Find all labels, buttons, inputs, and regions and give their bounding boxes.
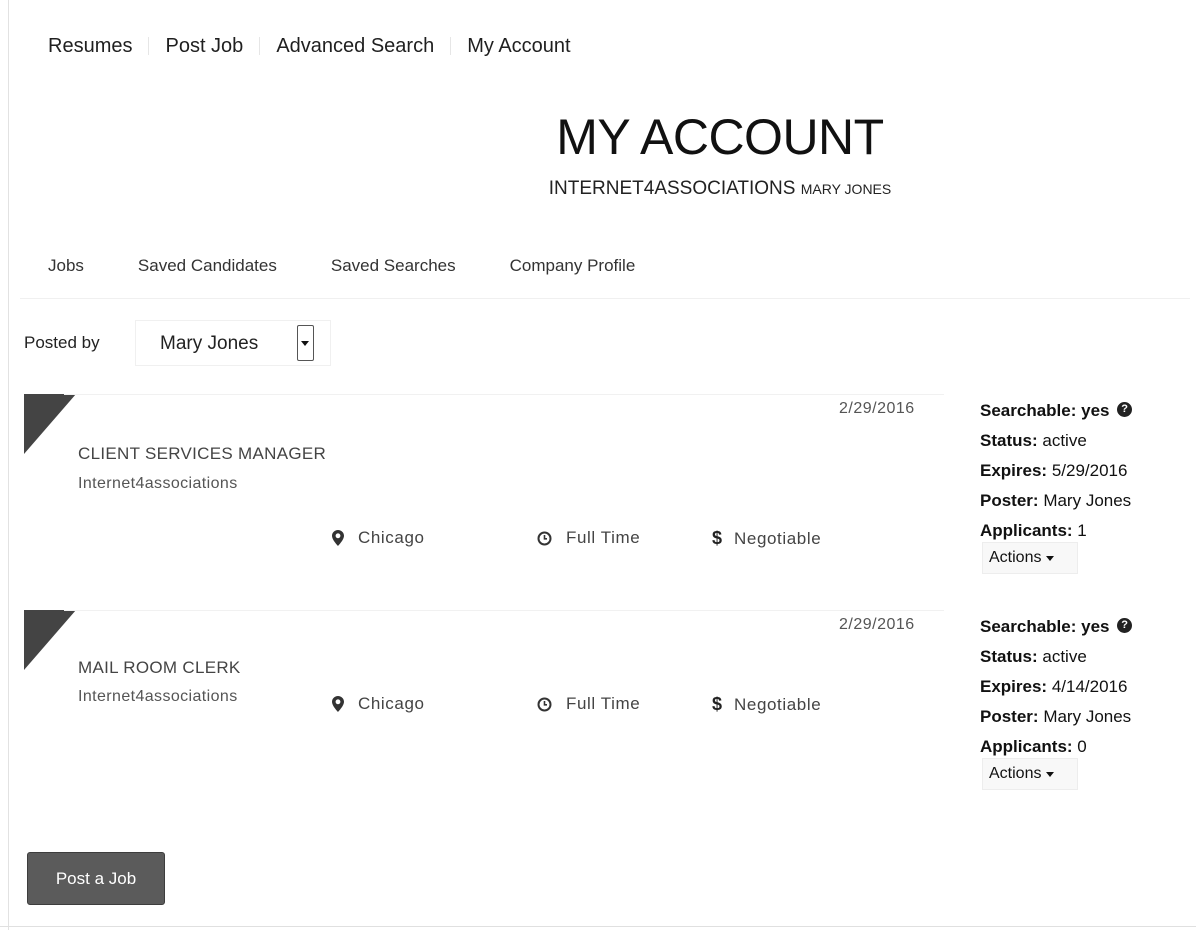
nav-separator — [450, 37, 452, 55]
applicants-value: 0 — [1077, 737, 1087, 756]
status-label: Status: — [980, 647, 1038, 666]
applicants-value: 1 — [1077, 521, 1087, 540]
tab-saved-candidates[interactable]: Saved Candidates — [138, 256, 277, 276]
searchable-label: Searchable: — [980, 617, 1077, 636]
page-left-border — [8, 0, 9, 930]
job-title-link[interactable]: CLIENT SERVICES MANAGER — [78, 444, 326, 464]
job-location-text: Chicago — [358, 528, 425, 547]
job-corner-flag — [24, 394, 76, 454]
job-details: Searchable: yes Status: active Expires: … — [980, 394, 1133, 546]
caret-down-icon — [1046, 771, 1055, 777]
job-location: Chicago — [332, 528, 425, 548]
map-marker-icon — [332, 530, 344, 546]
job-posted-date: 2/29/2016 — [839, 400, 915, 417]
job-type: Full Time — [537, 694, 640, 714]
account-tabs: Jobs Saved Candidates Saved Searches Com… — [48, 256, 635, 276]
searchable-value: yes — [1081, 617, 1110, 636]
posted-by-select[interactable]: Mary Jones — [135, 320, 331, 366]
job-location-text: Chicago — [358, 694, 425, 713]
status-value: active — [1042, 647, 1087, 666]
actions-dropdown-button[interactable]: Actions — [982, 758, 1078, 790]
posted-by-label: Posted by — [24, 333, 100, 352]
job-details: Searchable: yes Status: active Expires: … — [980, 610, 1133, 762]
status-value: active — [1042, 431, 1087, 450]
tabs-divider — [20, 298, 1190, 299]
posted-by-value: Mary Jones — [160, 333, 259, 354]
applicants-label: Applicants: — [980, 521, 1073, 540]
job-divider — [64, 394, 944, 395]
page-title: MY ACCOUNT — [556, 109, 884, 165]
actions-dropdown-button[interactable]: Actions — [982, 542, 1078, 574]
poster-value: Mary Jones — [1043, 707, 1132, 726]
page-bottom-border — [0, 926, 1196, 927]
job-salary-text: Negotiable — [734, 694, 822, 714]
company-name: INTERNET4ASSOCIATIONS — [548, 178, 796, 199]
question-circle-icon[interactable] — [1117, 610, 1133, 640]
job-company: Internet4associations — [78, 475, 238, 492]
job-salary-text: Negotiable — [734, 528, 822, 548]
job-company: Internet4associations — [78, 688, 238, 705]
job-posted-date: 2/29/2016 — [839, 616, 915, 633]
job-location: Chicago — [332, 694, 425, 714]
actions-label: Actions — [989, 549, 1042, 566]
job-corner-flag — [24, 610, 76, 670]
post-a-job-button[interactable]: Post a Job — [27, 852, 165, 905]
poster-value: Mary Jones — [1043, 491, 1132, 510]
searchable-label: Searchable: — [980, 401, 1077, 420]
searchable-value: yes — [1081, 401, 1110, 420]
expires-label: Expires: — [980, 677, 1048, 696]
status-label: Status: — [980, 431, 1038, 450]
tab-jobs[interactable]: Jobs — [48, 256, 84, 276]
nav-separator — [148, 37, 150, 55]
actions-label: Actions — [989, 765, 1042, 782]
poster-label: Poster: — [980, 707, 1039, 726]
job-title-link[interactable]: MAIL ROOM CLERK — [78, 658, 241, 678]
job-type: Full Time — [537, 528, 640, 548]
caret-down-icon — [1046, 555, 1055, 561]
clock-icon — [537, 697, 552, 711]
job-divider — [64, 610, 944, 611]
nav-post-job-link[interactable]: Post Job — [165, 35, 243, 58]
user-name: MARY JONES — [800, 181, 892, 197]
question-circle-icon[interactable] — [1117, 394, 1133, 424]
dropdown-arrow-icon[interactable] — [297, 325, 314, 361]
job-item: 2/29/2016 CLIENT SERVICES MANAGER Intern… — [24, 394, 1184, 594]
dollar-icon: $ — [712, 528, 723, 548]
poster-label: Poster: — [980, 491, 1039, 510]
job-type-text: Full Time — [566, 694, 641, 713]
tab-company-profile[interactable]: Company Profile — [510, 256, 636, 276]
dollar-icon: $ — [712, 694, 723, 714]
nav-advanced-search-link[interactable]: Advanced Search — [276, 35, 434, 58]
expires-value: 4/14/2016 — [1051, 677, 1128, 696]
nav-resumes-link[interactable]: Resumes — [48, 35, 132, 58]
expires-label: Expires: — [980, 461, 1048, 480]
job-type-text: Full Time — [566, 528, 641, 547]
page-subtitle: INTERNET4ASSOCIATIONS MARY JONES — [440, 178, 1000, 200]
clock-icon — [537, 531, 552, 545]
job-salary: $ Negotiable — [712, 694, 821, 715]
job-item: 2/29/2016 MAIL ROOM CLERK Internet4assoc… — [24, 610, 1184, 810]
tab-saved-searches[interactable]: Saved Searches — [331, 256, 456, 276]
expires-value: 5/29/2016 — [1051, 461, 1128, 480]
job-salary: $ Negotiable — [712, 528, 821, 549]
top-navigation: Resumes Post Job Advanced Search My Acco… — [48, 32, 571, 60]
nav-my-account-link[interactable]: My Account — [467, 35, 570, 58]
nav-separator — [259, 37, 261, 55]
applicants-label: Applicants: — [980, 737, 1073, 756]
map-marker-icon — [332, 696, 344, 712]
